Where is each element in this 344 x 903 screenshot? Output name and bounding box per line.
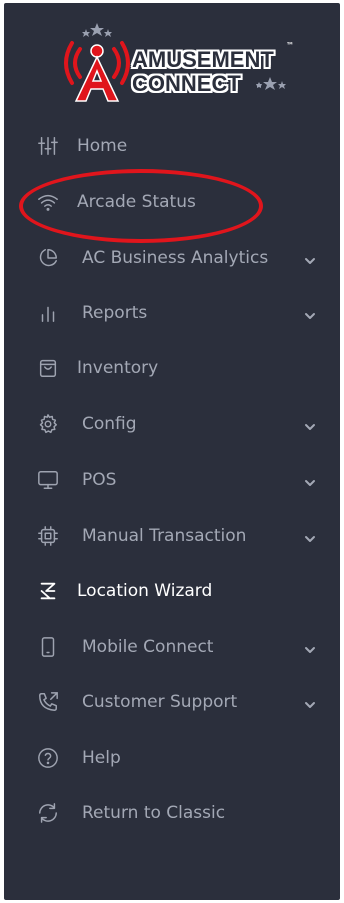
amusement-connect-logo[interactable]: AMUSEMENT CONNECT ™ <box>62 21 298 103</box>
sidebar-item-label: Mobile Connect <box>82 637 214 657</box>
sidebar-item-reports[interactable]: Reports <box>4 293 340 333</box>
chevron-down-icon[interactable] <box>304 530 316 542</box>
sidebar-item-label: Arcade Status <box>77 192 196 212</box>
sidebar-item-arcade-status[interactable]: Arcade Status <box>4 182 340 222</box>
logo-trademark: ™ <box>286 41 294 50</box>
sidebar-item-label: Home <box>77 136 128 156</box>
sidebar-item-inventory[interactable]: Inventory <box>4 348 340 388</box>
help-circle-icon <box>36 746 60 770</box>
gear-icon <box>36 412 60 436</box>
chevron-down-icon[interactable] <box>304 307 316 319</box>
chevron-down-icon[interactable] <box>304 252 316 264</box>
sidebar-item-label: Help <box>82 748 121 768</box>
sliders-icon <box>36 134 60 158</box>
sidebar-item-label: AC Business Analytics <box>82 248 269 268</box>
sidebar-item-help[interactable]: Help <box>4 738 340 778</box>
chip-icon <box>36 524 60 548</box>
sidebar-item-label: Reports <box>82 303 148 323</box>
bar-chart-icon <box>36 301 60 325</box>
sidebar-item-location-wizard[interactable]: Location Wizard <box>4 571 340 611</box>
phone-outgoing-icon <box>36 690 60 714</box>
pie-chart-icon <box>36 246 60 270</box>
chevron-down-icon[interactable] <box>304 474 316 486</box>
sidebar-item-pos[interactable]: POS <box>4 460 340 500</box>
sidebar-item-return-to-classic[interactable]: Return to Classic <box>4 793 340 833</box>
sidebar-item-customer-support[interactable]: Customer Support <box>4 682 340 722</box>
sidebar-item-label: Inventory <box>77 358 159 378</box>
chevron-down-icon[interactable] <box>304 418 316 430</box>
sidebar-item-label: Manual Transaction <box>82 526 247 546</box>
chevron-down-icon[interactable] <box>304 641 316 653</box>
wifi-icon <box>36 190 60 214</box>
sidebar: AMUSEMENT CONNECT ™ Home Arcade Status A… <box>4 3 340 900</box>
sidebar-item-ac-business-analytics[interactable]: AC Business Analytics <box>4 238 340 278</box>
refresh-icon <box>36 801 60 825</box>
mobile-icon <box>36 635 60 659</box>
logo-text-amusement: AMUSEMENT <box>132 47 274 72</box>
logo-text-connect: CONNECT <box>132 71 241 96</box>
sidebar-item-mobile-connect[interactable]: Mobile Connect <box>4 627 340 667</box>
sidebar-item-config[interactable]: Config <box>4 404 340 444</box>
shopping-bag-icon <box>36 356 60 380</box>
sidebar-item-manual-transaction[interactable]: Manual Transaction <box>4 516 340 556</box>
monitor-icon <box>36 468 60 492</box>
sidebar-item-label: Location Wizard <box>77 581 213 601</box>
sidebar-item-label: Return to Classic <box>82 803 226 823</box>
sidebar-item-home[interactable]: Home <box>4 126 340 166</box>
wizard-icon <box>36 579 60 603</box>
sidebar-item-label: POS <box>82 470 117 490</box>
sidebar-item-label: Customer Support <box>82 692 238 712</box>
chevron-down-icon[interactable] <box>304 696 316 708</box>
sidebar-item-label: Config <box>82 414 137 434</box>
